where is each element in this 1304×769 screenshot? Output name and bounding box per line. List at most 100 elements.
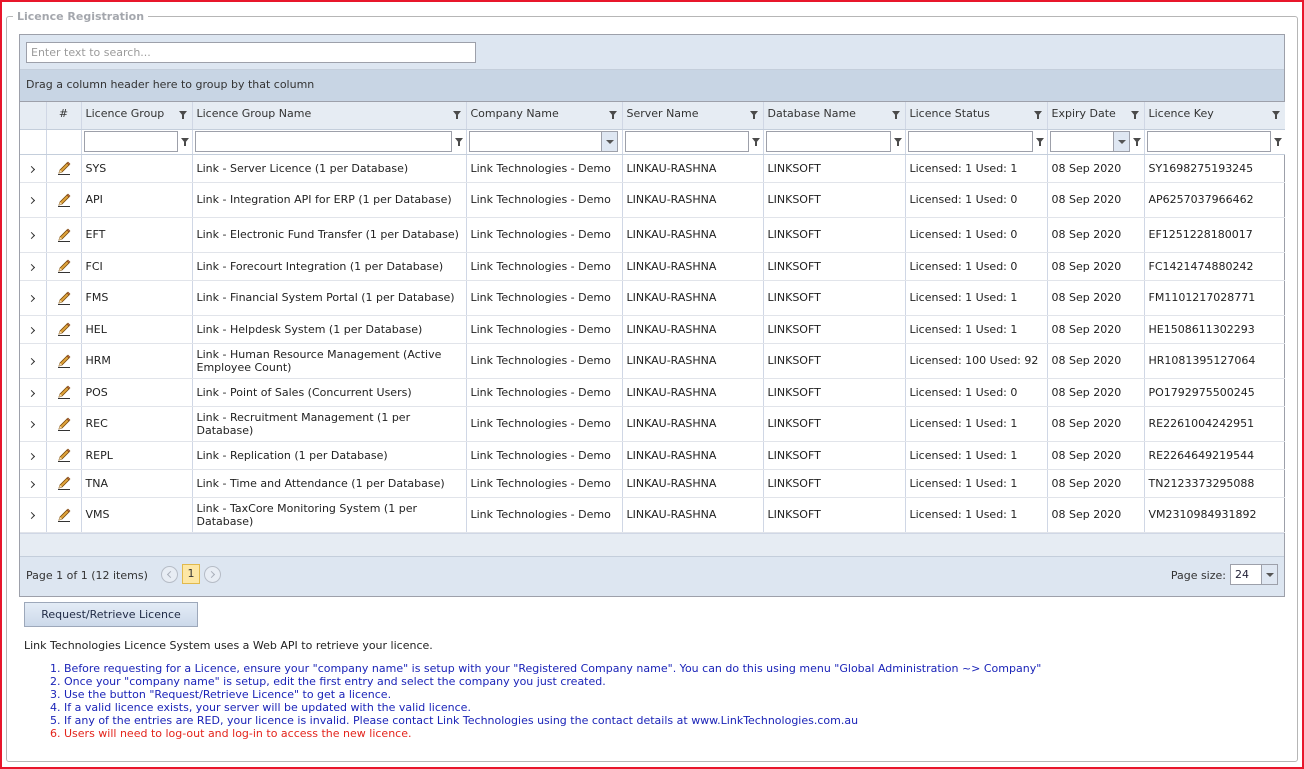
chevron-down-icon[interactable] <box>1112 132 1129 151</box>
table-row[interactable]: REC Link - Recruitment Management (1 per … <box>20 406 1285 442</box>
table-row[interactable]: HRM Link - Human Resource Management (Act… <box>20 343 1285 379</box>
filter-row <box>20 129 1285 155</box>
filter-icon[interactable] <box>452 111 461 121</box>
chevron-right-icon[interactable] <box>28 357 36 366</box>
previous-page-icon[interactable] <box>161 566 178 583</box>
pencil-icon[interactable] <box>56 160 72 176</box>
filter-server-name-input[interactable] <box>624 131 749 152</box>
filter-icon[interactable] <box>751 137 760 148</box>
filter-icon[interactable] <box>1033 111 1042 121</box>
header-expiry-date[interactable]: Expiry Date <box>1047 102 1145 130</box>
filter-icon[interactable] <box>749 111 758 121</box>
chevron-right-icon[interactable] <box>28 294 36 303</box>
cell-licence-group-name: Link - Server Licence (1 per Database) <box>192 154 467 183</box>
pencil-icon[interactable] <box>56 507 72 523</box>
chevron-right-icon[interactable] <box>28 480 36 488</box>
filter-icon[interactable] <box>1035 137 1044 148</box>
table-row[interactable]: EFT Link - Electronic Fund Transfer (1 pe… <box>20 217 1285 253</box>
pencil-icon[interactable] <box>56 192 72 208</box>
pencil-icon[interactable] <box>56 475 72 491</box>
filter-icon[interactable] <box>1274 137 1282 148</box>
request-retrieve-licence-button[interactable]: Request/Retrieve Licence <box>24 602 198 627</box>
header-server-name[interactable]: Server Name <box>622 102 764 130</box>
header-number[interactable]: # <box>46 102 82 130</box>
header-licence-group-name[interactable]: Licence Group Name <box>192 102 467 130</box>
page-size-label: Page size: <box>1170 569 1226 582</box>
filter-icon[interactable] <box>608 111 617 121</box>
filter-company-name-combo[interactable] <box>468 131 618 152</box>
pencil-icon[interactable] <box>56 321 72 337</box>
pencil-icon[interactable] <box>56 290 72 306</box>
page-number-button[interactable]: 1 <box>182 564 200 584</box>
header-database-name[interactable]: Database Name <box>763 102 906 130</box>
cell-licence-status: Licensed: 1 Used: 1 <box>905 497 1048 533</box>
cell-server-name: LINKAU-RASHNA <box>622 154 764 183</box>
cell-licence-group: REPL <box>81 441 193 470</box>
table-row[interactable]: API Link - Integration API for ERP (1 per… <box>20 182 1285 218</box>
cell-database-name: LINKSOFT <box>763 343 906 379</box>
table-row[interactable]: REPL Link - Replication (1 per Database) L… <box>20 441 1285 470</box>
filter-licence-group-input[interactable] <box>83 131 178 152</box>
header-company-name[interactable]: Company Name <box>466 102 623 130</box>
cell-server-name: LINKAU-RASHNA <box>622 280 764 316</box>
filter-licence-status-input[interactable] <box>907 131 1033 152</box>
next-page-icon[interactable] <box>204 566 221 583</box>
cell-company-name: Link Technologies - Demo <box>466 441 623 470</box>
cell-licence-status: Licensed: 1 Used: 1 <box>905 441 1048 470</box>
table-row[interactable]: POS Link - Point of Sales (Concurrent Use… <box>20 378 1285 407</box>
pencil-icon[interactable] <box>56 447 72 463</box>
chevron-right-icon[interactable] <box>28 165 36 173</box>
filter-expiry-date-combo[interactable] <box>1049 131 1130 152</box>
cell-licence-key: PO1792975500245 <box>1144 378 1285 407</box>
chevron-right-icon[interactable] <box>28 326 36 334</box>
filter-licence-key-input[interactable] <box>1146 131 1271 152</box>
chevron-right-icon[interactable] <box>28 231 36 240</box>
pencil-icon[interactable] <box>56 258 72 274</box>
chevron-right-icon[interactable] <box>28 263 36 271</box>
table-row[interactable]: SYS Link - Server Licence (1 per Database… <box>20 154 1285 183</box>
filter-icon[interactable] <box>1130 111 1139 121</box>
group-by-panel[interactable]: Drag a column header here to group by th… <box>20 70 1284 102</box>
cell-server-name: LINKAU-RASHNA <box>622 378 764 407</box>
pencil-icon[interactable] <box>56 416 72 432</box>
chevron-right-icon[interactable] <box>28 420 36 429</box>
table-row[interactable]: FMS Link - Financial System Portal (1 per… <box>20 280 1285 316</box>
filter-icon[interactable] <box>1132 137 1141 148</box>
chevron-right-icon[interactable] <box>28 452 36 460</box>
filter-icon[interactable] <box>1272 111 1280 121</box>
filter-icon[interactable] <box>454 137 463 148</box>
chevron-right-icon[interactable] <box>28 196 36 205</box>
table-row[interactable]: FCI Link - Forecourt Integration (1 per D… <box>20 252 1285 281</box>
table-row[interactable]: VMS Link - TaxCore Monitoring System (1 p… <box>20 497 1285 533</box>
cell-licence-group-name: Link - Point of Sales (Concurrent Users) <box>192 378 467 407</box>
filter-icon[interactable] <box>893 137 902 148</box>
filter-licence-group-name-input[interactable] <box>194 131 452 152</box>
table-row[interactable]: HEL Link - Helpdesk System (1 per Databas… <box>20 315 1285 344</box>
header-licence-status[interactable]: Licence Status <box>905 102 1048 130</box>
table-row[interactable]: TNA Link - Time and Attendance (1 per Dat… <box>20 469 1285 498</box>
chevron-down-icon[interactable] <box>1261 565 1277 584</box>
cell-licence-status: Licensed: 1 Used: 0 <box>905 378 1048 407</box>
cell-expiry-date: 08 Sep 2020 <box>1047 378 1145 407</box>
chevron-right-icon[interactable] <box>28 389 36 397</box>
pencil-icon[interactable] <box>56 353 72 369</box>
cell-expiry-date: 08 Sep 2020 <box>1047 315 1145 344</box>
header-licence-key[interactable]: Licence Key <box>1144 102 1285 130</box>
filter-icon[interactable] <box>180 137 189 148</box>
page-size-select[interactable]: 24 <box>1230 564 1278 585</box>
chevron-right-icon[interactable] <box>28 511 36 520</box>
cell-server-name: LINKAU-RASHNA <box>622 182 764 218</box>
cell-licence-key: VM2310984931892 <box>1144 497 1285 533</box>
filter-icon[interactable] <box>891 111 900 121</box>
licence-grid: Drag a column header here to group by th… <box>19 34 1285 597</box>
header-licence-group[interactable]: Licence Group <box>81 102 193 130</box>
cell-server-name: LINKAU-RASHNA <box>622 469 764 498</box>
pencil-icon[interactable] <box>56 227 72 243</box>
pencil-icon[interactable] <box>56 384 72 400</box>
search-input[interactable] <box>26 42 476 63</box>
cell-licence-key: TN2123373295088 <box>1144 469 1285 498</box>
cell-company-name: Link Technologies - Demo <box>466 280 623 316</box>
chevron-down-icon[interactable] <box>600 132 617 151</box>
filter-database-name-input[interactable] <box>765 131 891 152</box>
filter-icon[interactable] <box>178 111 187 121</box>
